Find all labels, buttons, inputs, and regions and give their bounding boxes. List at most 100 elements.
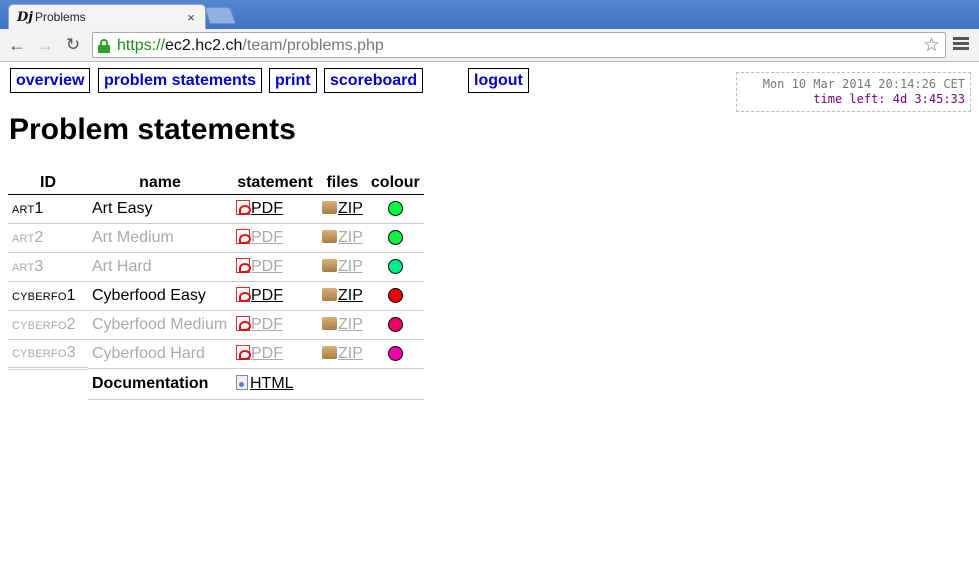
header-files: files: [318, 172, 367, 195]
files-cell: ZIP: [318, 281, 367, 311]
colour-cell: [366, 310, 424, 340]
colour-cell: [366, 281, 424, 311]
problem-id: cyberfo3: [8, 339, 88, 369]
problem-name: Cyberfood Easy: [88, 281, 232, 311]
statement-cell: PDF: [232, 339, 318, 369]
tab-close-icon[interactable]: ×: [183, 10, 199, 25]
statement-pdf-link[interactable]: PDF: [251, 316, 283, 333]
problem-id: cyberfo1: [8, 281, 88, 311]
documentation-id-cell: [8, 366, 88, 399]
statement-cell: PDF: [232, 252, 318, 282]
contest-clock: Mon 10 Mar 2014 20:14:26 CET time left: …: [736, 72, 971, 112]
header-id: ID: [8, 172, 88, 195]
nav-overview[interactable]: overview: [10, 68, 91, 93]
header-colour: colour: [366, 172, 424, 195]
problem-number: 3: [66, 344, 76, 361]
pdf-icon: [236, 257, 251, 273]
pdf-icon: [236, 286, 251, 302]
nav-print[interactable]: print: [269, 68, 317, 93]
colour-circle: [387, 258, 403, 274]
documentation-cell: HTML: [232, 368, 424, 400]
files-zip-link[interactable]: ZIP: [338, 287, 363, 304]
statement-cell: PDF: [232, 194, 318, 224]
problem-name: Art Hard: [88, 252, 232, 282]
back-arrow-icon[interactable]: ←: [5, 34, 29, 56]
url-text[interactable]: https://ec2.hc2.ch/team/problems.php: [117, 37, 384, 55]
nav-logout[interactable]: logout: [468, 68, 529, 93]
problem-name: Art Easy: [88, 194, 232, 224]
table-row: cyberfo1 Cyberfood Easy PDF ZIP: [8, 281, 424, 311]
problem-shortname: art: [12, 261, 35, 274]
problem-shortname: art: [12, 232, 35, 245]
problem-number: 3: [34, 257, 44, 275]
time-left: time left: 4d 3:45:33: [813, 92, 965, 106]
pdf-icon: [236, 315, 251, 331]
address-bar[interactable]: https://ec2.hc2.ch/team/problems.php ☆: [92, 32, 946, 58]
colour-circle: [387, 229, 403, 245]
documentation-row: Documentation HTML: [8, 366, 424, 400]
problem-number: 1: [66, 286, 76, 304]
files-zip-link[interactable]: ZIP: [338, 229, 363, 246]
header-name: name: [88, 172, 232, 195]
table-row: art3 Art Hard PDF ZIP: [8, 252, 424, 282]
lock-icon: [98, 39, 110, 53]
problem-id: art1: [8, 194, 88, 224]
files-zip-link[interactable]: ZIP: [338, 316, 363, 333]
statement-pdf-link[interactable]: PDF: [251, 200, 283, 217]
html-document-icon: [236, 374, 248, 390]
pdf-icon: [236, 199, 251, 215]
statement-pdf-link[interactable]: PDF: [251, 258, 283, 275]
problem-id: cyberfo2: [8, 310, 88, 340]
url-host: ec2.hc2.ch: [165, 37, 243, 54]
problem-shortname: cyberfo: [12, 290, 67, 303]
problem-name: Cyberfood Medium: [88, 310, 232, 340]
statement-pdf-link[interactable]: PDF: [251, 345, 283, 362]
zip-archive-icon: [322, 200, 337, 214]
nav-problem-statements[interactable]: problem statements: [98, 68, 263, 93]
files-zip-link[interactable]: ZIP: [338, 345, 363, 362]
files-zip-link[interactable]: ZIP: [338, 200, 363, 217]
problems-table: ID name statement files colour art1 Art …: [8, 172, 424, 400]
colour-circle: [387, 316, 403, 332]
files-cell: ZIP: [318, 252, 367, 282]
page-title: Problem statements: [9, 113, 296, 146]
zip-archive-icon: [322, 258, 337, 272]
browser-tab[interactable]: Dj Problems ×: [8, 4, 206, 29]
clock-date: Mon 10 Mar 2014 20:14:26 CET: [762, 77, 965, 91]
table-row: art1 Art Easy PDF ZIP: [8, 194, 424, 224]
problem-number: 2: [66, 315, 76, 333]
files-zip-link[interactable]: ZIP: [338, 258, 363, 275]
tab-title: Problems: [35, 10, 86, 24]
header-statement: statement: [232, 172, 318, 195]
statement-pdf-link[interactable]: PDF: [251, 229, 283, 246]
colour-cell: [366, 339, 424, 369]
files-cell: ZIP: [318, 310, 367, 340]
colour-circle: [387, 287, 403, 303]
problem-name: Cyberfood Hard: [88, 339, 232, 369]
browser-toolbar: ← → ↻ https://ec2.hc2.ch/team/problems.p…: [0, 29, 979, 62]
statement-pdf-link[interactable]: PDF: [251, 287, 283, 304]
pdf-icon: [236, 344, 251, 360]
problem-id: art2: [8, 223, 88, 253]
files-cell: ZIP: [318, 223, 367, 253]
bookmark-star-icon[interactable]: ☆: [923, 34, 940, 57]
problem-shortname: cyberfo: [12, 348, 67, 360]
new-tab-button[interactable]: [203, 7, 237, 24]
colour-cell: [366, 252, 424, 282]
documentation-html-link[interactable]: HTML: [250, 375, 294, 392]
problem-shortname: cyberfo: [12, 319, 67, 332]
hamburger-menu-icon[interactable]: [953, 37, 969, 53]
tab-favicon-icon: Dj: [17, 9, 33, 25]
colour-circle: [387, 200, 403, 216]
zip-archive-icon: [322, 316, 337, 330]
nav-scoreboard[interactable]: scoreboard: [324, 68, 424, 93]
forward-arrow-icon[interactable]: →: [33, 34, 57, 56]
table-row: cyberfo2 Cyberfood Medium PDF ZIP: [8, 310, 424, 340]
statement-cell: PDF: [232, 281, 318, 311]
url-path: /team/problems.php: [242, 37, 384, 54]
table-row: art2 Art Medium PDF ZIP: [8, 223, 424, 253]
reload-icon[interactable]: ↻: [61, 34, 85, 56]
files-cell: ZIP: [318, 194, 367, 224]
problem-number: 1: [34, 199, 44, 217]
colour-circle: [387, 345, 403, 361]
